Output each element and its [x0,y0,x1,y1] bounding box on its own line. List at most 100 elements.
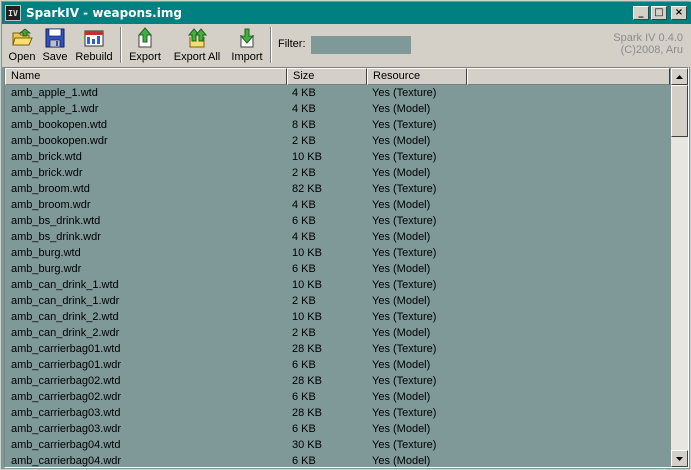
list-item[interactable]: amb_burg.wtd 10 KB Yes (Texture) [5,245,670,261]
list-item[interactable]: amb_carrierbag02.wdr 6 KB Yes (Model) [5,389,670,405]
column-header-size[interactable]: Size [287,68,367,85]
file-name-cell: amb_carrierbag03.wdr [11,423,122,435]
list-item[interactable]: amb_can_drink_2.wdr 2 KB Yes (Model) [5,325,670,341]
export-all-icon [186,27,208,49]
file-name-cell: amb_burg.wdr [11,263,82,275]
export-button[interactable]: Export [126,24,164,67]
list-item[interactable]: amb_broom.wdr 4 KB Yes (Model) [5,197,670,213]
import-arrow-icon [236,27,258,49]
file-size-cell: 10 KB [292,151,322,163]
list-item[interactable]: amb_brick.wdr 2 KB Yes (Model) [5,165,670,181]
maximize-button[interactable]: □ [651,6,667,20]
list-item[interactable]: amb_bs_drink.wdr 4 KB Yes (Model) [5,229,670,245]
list-item[interactable]: amb_burg.wdr 6 KB Yes (Model) [5,261,670,277]
file-size-cell: 2 KB [292,327,316,339]
scroll-down-button[interactable] [671,450,688,467]
resource-type-cell: Yes (Model) [372,199,431,211]
file-size-cell: 6 KB [292,359,316,371]
scrollbar-thumb[interactable] [671,85,688,137]
vertical-scrollbar[interactable] [671,68,688,467]
column-header-name[interactable]: Name [5,68,287,85]
resource-type-cell: Yes (Texture) [372,311,437,323]
resource-type-cell: Yes (Model) [372,135,431,147]
sparkiv-app-icon[interactable]: IV [5,5,21,21]
resource-type-cell: Yes (Texture) [372,375,437,387]
resource-type-cell: Yes (Texture) [372,279,437,291]
file-name-cell: amb_bs_drink.wtd [11,215,101,227]
scroll-up-button[interactable] [671,68,688,85]
list-item[interactable]: amb_bs_drink.wtd 6 KB Yes (Texture) [5,213,670,229]
file-size-cell: 2 KB [292,135,316,147]
file-name-cell: amb_carrierbag03.wtd [11,407,121,419]
minimize-button[interactable]: _ [633,6,649,20]
version-text: Spark IV 0.4.0 [613,32,683,44]
file-name-cell: amb_broom.wdr [11,199,91,211]
import-button[interactable]: Import [228,24,266,67]
list-item[interactable]: amb_can_drink_2.wtd 10 KB Yes (Texture) [5,309,670,325]
file-size-cell: 2 KB [292,295,316,307]
list-item[interactable]: amb_carrierbag01.wdr 6 KB Yes (Model) [5,357,670,373]
resource-type-cell: Yes (Texture) [372,183,437,195]
toolbar-separator [270,27,272,63]
list-item[interactable]: amb_can_drink_1.wtd 10 KB Yes (Texture) [5,277,670,293]
file-size-cell: 6 KB [292,215,316,227]
file-size-cell: 4 KB [292,231,316,243]
file-name-cell: amb_burg.wtd [11,247,81,259]
save-label: Save [42,51,68,63]
file-size-cell: 4 KB [292,87,316,99]
file-name-cell: amb_apple_1.wtd [11,87,98,99]
resource-type-cell: Yes (Texture) [372,87,437,99]
save-button[interactable]: Save [40,24,70,67]
file-name-cell: amb_apple_1.wdr [11,103,99,115]
list-item[interactable]: amb_carrierbag04.wdr 6 KB Yes (Model) [5,453,670,467]
rebuild-icon [83,27,105,49]
list-item[interactable]: amb_brick.wtd 10 KB Yes (Texture) [5,149,670,165]
file-size-cell: 28 KB [292,375,322,387]
file-size-cell: 28 KB [292,343,322,355]
resource-type-cell: Yes (Texture) [372,151,437,163]
export-all-button[interactable]: Export All [168,24,226,67]
list-item[interactable]: amb_carrierbag04.wtd 30 KB Yes (Texture) [5,437,670,453]
open-label: Open [8,51,36,63]
resource-type-cell: Yes (Model) [372,103,431,115]
filter-input[interactable] [310,36,411,54]
close-button[interactable]: × [671,6,687,20]
list-item[interactable]: amb_carrierbag01.wtd 28 KB Yes (Texture) [5,341,670,357]
file-size-cell: 6 KB [292,263,316,275]
file-name-cell: amb_brick.wdr [11,167,83,179]
file-size-cell: 6 KB [292,455,316,467]
file-size-cell: 6 KB [292,423,316,435]
resource-type-cell: Yes (Texture) [372,247,437,259]
list-item[interactable]: amb_carrierbag03.wtd 28 KB Yes (Texture) [5,405,670,421]
file-name-cell: amb_can_drink_2.wdr [11,327,120,339]
file-name-cell: amb_can_drink_2.wtd [11,311,119,323]
list-item[interactable]: amb_carrierbag03.wdr 6 KB Yes (Model) [5,421,670,437]
column-header-resource[interactable]: Resource [367,68,467,85]
filter-label: Filter: [278,38,306,50]
app-window: IV SparkIV - weapons.img _ □ × Open Save… [0,0,691,470]
open-button[interactable]: Open [6,24,38,67]
list-item[interactable]: amb_can_drink_1.wdr 2 KB Yes (Model) [5,293,670,309]
resource-type-cell: Yes (Model) [372,391,431,403]
window-title: SparkIV - weapons.img [26,6,182,20]
rebuild-label: Rebuild [75,51,113,63]
export-arrow-icon [134,27,156,49]
list-item[interactable]: amb_bookopen.wtd 8 KB Yes (Texture) [5,117,670,133]
rebuild-button[interactable]: Rebuild [72,24,116,67]
resource-type-cell: Yes (Model) [372,167,431,179]
title-bar[interactable]: IV SparkIV - weapons.img _ □ × [2,2,691,24]
resource-type-cell: Yes (Model) [372,455,431,467]
floppy-disk-icon [44,27,66,49]
file-size-cell: 4 KB [292,103,316,115]
resource-type-cell: Yes (Texture) [372,439,437,451]
resource-type-cell: Yes (Model) [372,327,431,339]
list-item[interactable]: amb_apple_1.wtd 4 KB Yes (Texture) [5,85,670,101]
window-controls: _ □ × [633,6,687,20]
file-list[interactable]: Name Size Resource amb_apple_1.wtd 4 KB Ye… [4,67,689,468]
file-name-cell: amb_carrierbag02.wtd [11,375,121,387]
list-item[interactable]: amb_broom.wtd 82 KB Yes (Texture) [5,181,670,197]
list-item[interactable]: amb_apple_1.wdr 4 KB Yes (Model) [5,101,670,117]
list-rows: amb_apple_1.wtd 4 KB Yes (Texture) amb_appl… [5,85,670,467]
list-item[interactable]: amb_bookopen.wdr 2 KB Yes (Model) [5,133,670,149]
list-item[interactable]: amb_carrierbag02.wtd 28 KB Yes (Texture) [5,373,670,389]
